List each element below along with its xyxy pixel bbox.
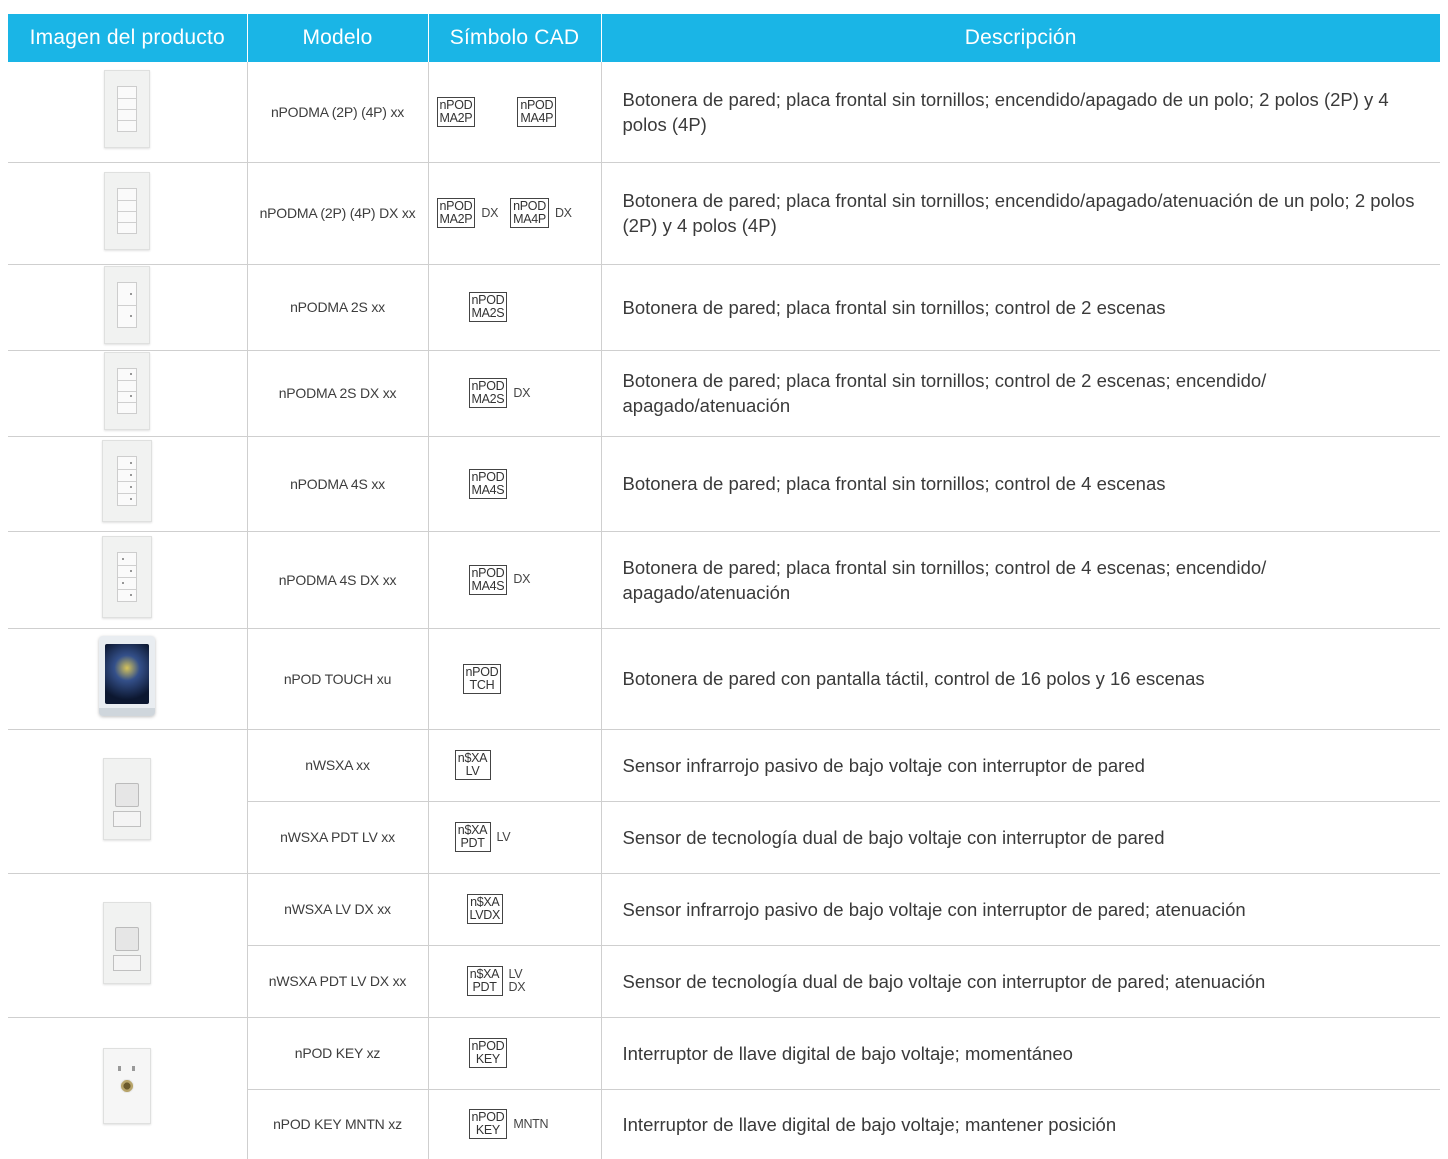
cad-cell: nPOD TCH bbox=[428, 628, 602, 730]
model-cell: nPODMA 4S DX xx bbox=[247, 531, 429, 629]
cad-suffix: LV DX bbox=[508, 967, 526, 994]
product-image-cell bbox=[8, 873, 248, 1018]
description-cell: Botonera de pared; placa frontal sin tor… bbox=[601, 264, 1440, 351]
model-cell: nPOD KEY xz bbox=[247, 1017, 429, 1090]
keypad-image bbox=[104, 265, 151, 344]
model-cell: nWSXA PDT LV DX xx bbox=[247, 945, 429, 1018]
model-cell: nPOD KEY MNTN xz bbox=[247, 1089, 429, 1159]
cad-symbol: nPOD MA4S bbox=[468, 468, 508, 499]
cad-symbol: nPOD MA4P bbox=[510, 198, 549, 228]
cad-suffix: DX bbox=[481, 205, 499, 220]
table-row: nWSXA xx n$XA LV Sensor infrarrojo pasivo… bbox=[8, 729, 1440, 874]
header-description: Descripción bbox=[601, 14, 1440, 62]
cad-symbol: nPOD KEY bbox=[468, 1109, 508, 1140]
sensor-switch-image bbox=[103, 901, 152, 984]
cad-cell: nPOD MA2P DX nPOD MA4P DX bbox=[428, 162, 602, 265]
model-cell: nPODMA (2P) (4P) DX xx bbox=[247, 162, 429, 265]
model-cell: nPODMA 4S xx bbox=[247, 436, 429, 532]
description-cell: Botonera de pared con pantalla táctil, c… bbox=[601, 628, 1440, 730]
product-image-cell bbox=[8, 1017, 248, 1159]
cad-cell: nPOD KEY bbox=[428, 1017, 602, 1090]
cad-symbol: nPOD TCH bbox=[462, 663, 502, 694]
product-image-cell bbox=[8, 264, 248, 351]
description-cell: Botonera de pared; placa frontal sin tor… bbox=[601, 162, 1440, 265]
keypad-image bbox=[104, 70, 151, 149]
description-cell: Botonera de pared; placa frontal sin tor… bbox=[601, 350, 1440, 437]
description-cell: Botonera de pared; placa frontal sin tor… bbox=[601, 62, 1440, 163]
key-switch-image bbox=[103, 1047, 152, 1124]
cad-cell: n$XA PDT LV DX bbox=[428, 945, 602, 1018]
table-row: nPOD KEY xz nPOD KEY Interruptor de llave… bbox=[8, 1017, 1440, 1159]
table-row: nPODMA 4S xx nPOD MA4S Botonera de pared;… bbox=[8, 436, 1440, 532]
model-cell: nPOD TOUCH xu bbox=[247, 628, 429, 730]
cad-symbol: n$XA LVDX bbox=[466, 894, 504, 924]
description-cell: Sensor de tecnología dual de bajo voltaj… bbox=[601, 801, 1440, 874]
cad-cell: nPOD MA2S bbox=[428, 264, 602, 351]
cad-suffix: MNTN bbox=[513, 1116, 549, 1131]
sensor-switch-image bbox=[103, 757, 152, 840]
cad-cell: n$XA LVDX bbox=[428, 873, 602, 946]
cad-suffix: DX bbox=[554, 205, 572, 220]
table-row: nPODMA 4S DX xx nPOD MA4S DX Botonera de … bbox=[8, 531, 1440, 629]
cad-cell: nPOD MA2S DX bbox=[428, 350, 602, 437]
table-row: nPODMA (2P) (4P) DX xx nPOD MA2P DX nPOD M… bbox=[8, 162, 1440, 265]
cad-cell: n$XA PDT LV bbox=[428, 801, 602, 874]
model-cell: nPODMA 2S xx bbox=[247, 264, 429, 351]
cad-symbol: nPOD MA4S bbox=[468, 564, 508, 595]
description-cell: Interruptor de llave digital de bajo vol… bbox=[601, 1017, 1440, 1090]
description-cell: Botonera de pared; placa frontal sin tor… bbox=[601, 531, 1440, 629]
keypad-image bbox=[102, 440, 153, 522]
cad-symbol: nPOD KEY bbox=[468, 1038, 508, 1068]
product-table-page: Imagen del producto Modelo Símbolo CAD D… bbox=[8, 14, 1440, 1159]
keypad-image bbox=[104, 171, 151, 250]
cad-symbol: nPOD MA2P bbox=[436, 198, 476, 228]
cad-suffix: LV bbox=[496, 829, 511, 844]
cad-suffix: DX bbox=[513, 385, 531, 400]
touchscreen-image bbox=[99, 636, 156, 716]
table-row: nPODMA 2S xx nPOD MA2S Botonera de pared;… bbox=[8, 264, 1440, 351]
model-cell: nWSXA xx bbox=[247, 729, 429, 802]
product-table: Imagen del producto Modelo Símbolo CAD D… bbox=[8, 14, 1440, 1159]
cad-cell: nPOD MA4S DX bbox=[428, 531, 602, 629]
header-image: Imagen del producto bbox=[8, 14, 248, 62]
cad-symbol: nPOD MA2S bbox=[468, 378, 508, 408]
cad-cell: nPOD MA2P nPOD MA4P bbox=[428, 62, 602, 163]
cad-symbol: nPOD MA2S bbox=[468, 292, 508, 322]
table-row: nPODMA (2P) (4P) xx nPOD MA2P nPOD MA4P Bo… bbox=[8, 62, 1440, 163]
header-model: Modelo bbox=[247, 14, 429, 62]
product-image-cell bbox=[8, 162, 248, 265]
product-image-cell bbox=[8, 350, 248, 437]
cad-symbol: n$XA LV bbox=[454, 750, 491, 780]
model-cell: nPODMA 2S DX xx bbox=[247, 350, 429, 437]
cad-symbol: nPOD MA4P bbox=[517, 96, 557, 127]
keypad-image bbox=[102, 536, 153, 618]
model-cell: nWSXA LV DX xx bbox=[247, 873, 429, 946]
cad-cell: n$XA LV bbox=[428, 729, 602, 802]
description-cell: Sensor de tecnología dual de bajo voltaj… bbox=[601, 945, 1440, 1018]
description-cell: Botonera de pared; placa frontal sin tor… bbox=[601, 436, 1440, 532]
description-cell: Sensor infrarrojo pasivo de bajo voltaje… bbox=[601, 873, 1440, 946]
description-cell: Sensor infrarrojo pasivo de bajo voltaje… bbox=[601, 729, 1440, 802]
table-row: nPODMA 2S DX xx nPOD MA2S DX Botonera de … bbox=[8, 350, 1440, 437]
product-image-cell bbox=[8, 62, 248, 163]
cad-cell: nPOD KEY MNTN bbox=[428, 1089, 602, 1159]
header-cad: Símbolo CAD bbox=[428, 14, 602, 62]
product-image-cell bbox=[8, 628, 248, 730]
table-row: nPOD TOUCH xu nPOD TCH Botonera de pared … bbox=[8, 628, 1440, 730]
cad-symbol: nPOD MA2P bbox=[436, 96, 476, 127]
cad-symbol: n$XA PDT bbox=[466, 966, 503, 996]
table-header-row: Imagen del producto Modelo Símbolo CAD D… bbox=[8, 14, 1440, 62]
table-row: nWSXA LV DX xx n$XA LVDX Sensor infrarroj… bbox=[8, 873, 1440, 1018]
cad-symbol: n$XA PDT bbox=[454, 822, 491, 852]
model-cell: nPODMA (2P) (4P) xx bbox=[247, 62, 429, 163]
keypad-image bbox=[104, 351, 151, 430]
cad-suffix: DX bbox=[513, 572, 531, 586]
description-cell: Interruptor de llave digital de bajo vol… bbox=[622, 1113, 1117, 1135]
cad-cell: nPOD MA4S bbox=[428, 436, 602, 532]
product-image-cell bbox=[8, 729, 248, 874]
product-image-cell bbox=[8, 436, 248, 532]
model-cell: nWSXA PDT LV xx bbox=[247, 801, 429, 874]
product-image-cell bbox=[8, 531, 248, 629]
